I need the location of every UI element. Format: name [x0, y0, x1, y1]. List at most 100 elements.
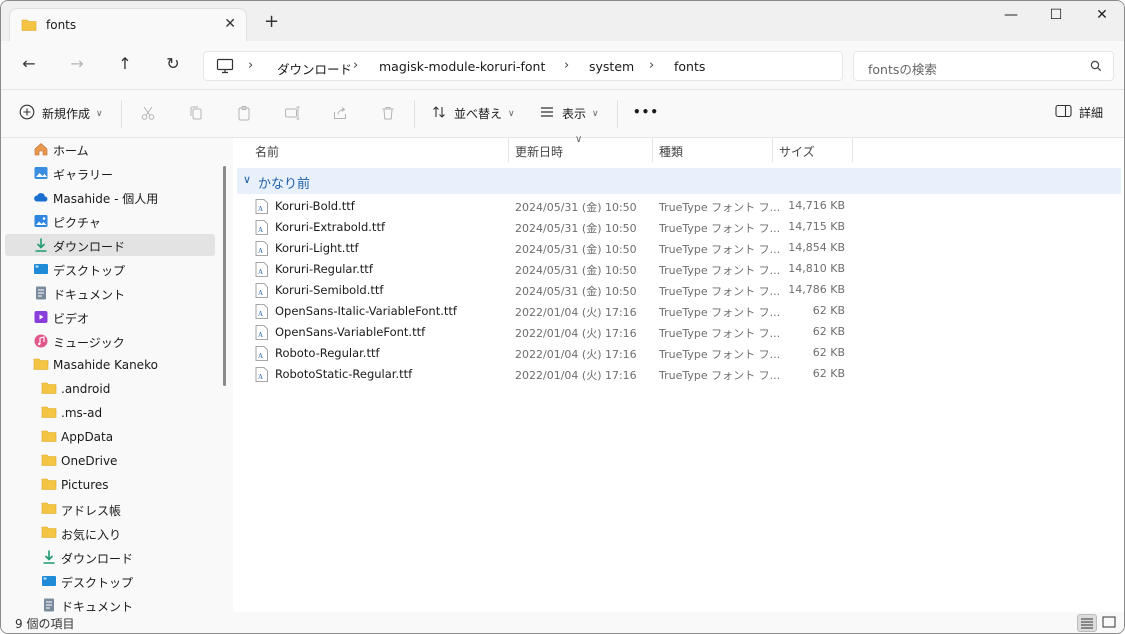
refresh-button[interactable]: ↻ — [161, 54, 185, 76]
folder-icon — [21, 18, 37, 35]
new-tab-button[interactable]: + — [264, 13, 279, 31]
sidebar-scrollbar[interactable] — [223, 166, 226, 386]
paste-icon[interactable] — [234, 105, 254, 125]
svg-text:A: A — [258, 289, 263, 297]
column-header-name[interactable]: 名前 — [233, 138, 509, 162]
file-row[interactable]: A Koruri-Regular.ttf 2024/05/31 (金) 10:50 T… — [249, 259, 869, 280]
breadcrumb-magisk-module[interactable]: magisk-module-koruri-font — [379, 59, 545, 74]
sidebar-item-label: AppData — [61, 430, 114, 444]
sidebar-item[interactable]: ドキュメント — [5, 282, 215, 304]
column-name-label: 名前 — [255, 145, 280, 159]
sidebar-item[interactable]: デスクトップ — [5, 258, 215, 280]
group-label: かなり前 — [258, 177, 311, 192]
cut-icon[interactable] — [138, 105, 158, 125]
forward-button[interactable]: → — [65, 54, 89, 76]
music-icon — [33, 333, 49, 349]
folder-icon — [41, 429, 57, 445]
copy-icon[interactable] — [186, 105, 206, 125]
sort-button[interactable]: 並べ替え ∨ — [431, 104, 515, 123]
sidebar-item[interactable]: アドレス帳 — [5, 498, 215, 520]
sidebar-item[interactable]: デスクトップ — [5, 570, 215, 592]
column-divider[interactable] — [852, 138, 853, 162]
download-icon — [41, 549, 57, 565]
breadcrumb-system[interactable]: system — [589, 59, 634, 74]
share-icon[interactable] — [330, 105, 350, 125]
file-size: 14,715 KB — [788, 220, 845, 233]
sidebar-item[interactable]: ホーム — [5, 138, 215, 160]
sidebar-item[interactable]: お気に入り — [5, 522, 215, 544]
tab-strip: fonts ✕ + — ☐ ✕ — [1, 1, 1124, 41]
sidebar-item[interactable]: Masahide Kaneko — [5, 354, 215, 376]
sidebar-item[interactable]: AppData — [5, 426, 215, 448]
file-size: 62 KB — [812, 346, 845, 359]
sidebar-item[interactable]: .ms-ad — [5, 402, 215, 424]
breadcrumb-downloads[interactable]: ダウンロード — [277, 59, 352, 78]
column-header-modified[interactable]: 更新日時 ∨ — [509, 134, 653, 162]
file-row[interactable]: A Koruri-Bold.ttf 2024/05/31 (金) 10:50 True… — [249, 196, 869, 217]
file-modified: 2022/01/04 (火) 17:16 — [515, 369, 637, 382]
file-row[interactable]: A RobotoStatic-Regular.ttf 2022/01/04 (火) … — [249, 364, 869, 385]
sidebar-item[interactable]: ピクチャ — [5, 210, 215, 232]
file-size: 62 KB — [812, 367, 845, 380]
file-modified: 2022/01/04 (火) 17:16 — [515, 306, 637, 319]
delete-icon[interactable] — [378, 105, 398, 125]
sidebar-item[interactable]: ダウンロード — [5, 546, 215, 568]
tab-close-icon[interactable]: ✕ — [224, 16, 236, 32]
address-bar[interactable]: › ダウンロード › magisk-module-koruri-font › s… — [203, 51, 843, 81]
up-button[interactable]: ↑ — [113, 54, 137, 76]
tab-fonts[interactable]: fonts ✕ — [9, 8, 247, 41]
breadcrumb-separator[interactable]: › — [353, 58, 358, 73]
file-row[interactable]: A Koruri-Semibold.ttf 2024/05/31 (金) 10:50… — [249, 280, 869, 301]
plus-circle-icon — [19, 104, 35, 123]
sidebar-item[interactable]: ギャラリー — [5, 162, 215, 184]
sidebar-item[interactable]: Pictures — [5, 474, 215, 496]
sidebar-item[interactable]: OneDrive — [5, 450, 215, 472]
svg-text:A: A — [258, 373, 263, 381]
view-button[interactable]: 表示 ∨ — [539, 104, 599, 123]
file-name: Koruri-Bold.ttf — [275, 199, 355, 213]
sidebar-item-label: デスクトップ — [53, 264, 126, 278]
maximize-button[interactable]: ☐ — [1041, 7, 1071, 27]
file-type: TrueType フォント フ... — [659, 306, 781, 319]
column-modified-label: 更新日時 — [515, 145, 564, 159]
file-row[interactable]: A OpenSans-Italic-VariableFont.ttf 2022/01… — [249, 301, 869, 322]
back-button[interactable]: ← — [17, 54, 41, 76]
column-header-type[interactable]: 種類 — [653, 138, 773, 162]
breadcrumb-fonts[interactable]: fonts — [674, 59, 705, 74]
file-row[interactable]: A Roboto-Regular.ttf 2022/01/04 (火) 17:16 T… — [249, 343, 869, 364]
svg-text:A: A — [258, 268, 263, 276]
sidebar-item-label: ダウンロード — [61, 552, 134, 566]
search-box[interactable]: fontsの検索 — [853, 51, 1114, 81]
breadcrumb-separator[interactable]: › — [564, 58, 569, 73]
sidebar-item[interactable]: ビデオ — [5, 306, 215, 328]
sidebar-item[interactable]: ダウンロード — [5, 234, 215, 256]
breadcrumb-separator[interactable]: › — [248, 58, 253, 73]
tiles-view-button[interactable] — [1100, 614, 1120, 632]
more-options-button[interactable]: ••• — [633, 105, 659, 119]
column-header-size[interactable]: サイズ — [773, 138, 853, 162]
sidebar-item[interactable]: .android — [5, 378, 215, 400]
breadcrumb-separator[interactable]: › — [649, 58, 654, 73]
minimize-button[interactable]: — — [996, 7, 1026, 27]
this-pc-icon[interactable] — [216, 58, 234, 77]
file-row[interactable]: A Koruri-Extrabold.ttf 2024/05/31 (金) 10:5… — [249, 217, 869, 238]
file-modified: 2024/05/31 (金) 10:50 — [515, 243, 637, 256]
details-pane-button[interactable]: 詳細 — [1055, 104, 1103, 121]
details-view-button[interactable] — [1077, 614, 1097, 632]
font-file-icon: A — [255, 367, 268, 382]
chevron-down-icon: ∨ — [508, 108, 515, 119]
sidebar-item[interactable]: Masahide - 個人用 — [5, 186, 215, 208]
close-window-button[interactable]: ✕ — [1087, 7, 1117, 27]
document-icon — [33, 285, 49, 301]
new-button[interactable]: 新規作成 ∨ — [19, 104, 103, 123]
group-header[interactable]: ∨ かなり前 — [237, 168, 1121, 194]
folder-icon — [41, 501, 57, 517]
sidebar-item[interactable]: ミュージック — [5, 330, 215, 352]
rename-icon[interactable] — [282, 105, 302, 125]
svg-text:A: A — [258, 310, 263, 318]
explorer-window: fonts ✕ + — ☐ ✕ ← → ↑ ↻ › ダウンロード › magis… — [0, 0, 1125, 634]
sidebar-item[interactable]: ドキュメント — [5, 594, 215, 612]
file-size: 14,854 KB — [788, 241, 845, 254]
file-row[interactable]: A OpenSans-VariableFont.ttf 2022/01/04 (火)… — [249, 322, 869, 343]
file-row[interactable]: A Koruri-Light.ttf 2024/05/31 (金) 10:50 Tru… — [249, 238, 869, 259]
